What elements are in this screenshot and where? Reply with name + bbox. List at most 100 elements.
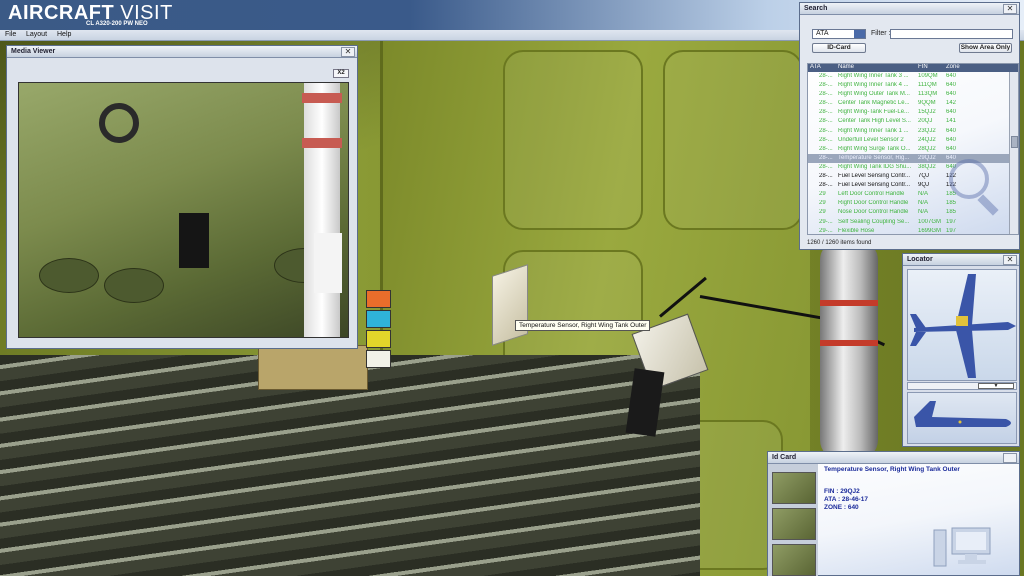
cell-fin: 9QJ bbox=[918, 182, 930, 189]
list-item[interactable]: 28-... Right Wing-Tank Fuel-Le... 15QJ2 640 bbox=[808, 108, 1018, 117]
cell-fin: 15QJ2 bbox=[918, 109, 936, 116]
media-viewer-title: Media Viewer bbox=[11, 48, 56, 55]
cell-fin: 1007GM bbox=[918, 218, 942, 225]
aircraft-model: CL A320-200 PW NEO bbox=[86, 21, 148, 27]
cell-zone: 197 bbox=[946, 218, 957, 225]
cell-fin: N/A bbox=[918, 209, 929, 216]
list-item[interactable]: 28-... Temperature Sensor, Rig... 29QJ2 640 bbox=[808, 153, 1018, 163]
thumbnail-3[interactable] bbox=[772, 544, 816, 576]
chevron-down-icon[interactable]: ▼ bbox=[978, 383, 1014, 389]
id-card-window: Id Card Temperature Sensor, Right Wing T… bbox=[767, 451, 1020, 576]
show-area-only-button[interactable]: Show Area Only bbox=[959, 43, 1012, 53]
menu-help[interactable]: Help bbox=[57, 31, 71, 38]
list-item[interactable]: 28-... Right Wing Inner Tank 1 ... 23QJ2 64… bbox=[808, 127, 1018, 136]
cell-ata: 28-... bbox=[819, 173, 833, 180]
cell-fin: 23QJ2 bbox=[918, 127, 936, 134]
cell-zone: 185 bbox=[946, 209, 957, 216]
cell-fin: 9QQM bbox=[918, 100, 936, 107]
component-name: Temperature Sensor, Right Wing Tank Oute… bbox=[824, 466, 960, 473]
cell-name: Flexible Hose bbox=[838, 227, 875, 234]
cell-name: Temperature Sensor, Rig... bbox=[838, 154, 910, 161]
results-count: 1260 / 1260 items found bbox=[807, 240, 872, 246]
locator-window: Locator ✕ ▼ bbox=[902, 253, 1020, 447]
results-list[interactable]: ATA Name FIN Zone 28-... Right Wing Inner… bbox=[807, 63, 1019, 235]
cell-fin: 7QJ bbox=[918, 173, 930, 180]
panel-recess bbox=[503, 50, 643, 230]
scroll-thumb[interactable] bbox=[1011, 136, 1018, 148]
id-card-header[interactable]: Id Card bbox=[768, 452, 1019, 464]
cell-fin: 29QJ2 bbox=[918, 154, 936, 161]
close-icon[interactable]: ✕ bbox=[1003, 255, 1017, 265]
close-icon[interactable] bbox=[1003, 453, 1017, 463]
close-icon[interactable]: ✕ bbox=[341, 47, 355, 57]
cell-name: Fuel Level Sensing Contr... bbox=[838, 182, 911, 189]
media-viewer-window: Media Viewer ✕ X2 bbox=[6, 45, 358, 349]
cell-fin: 1699GM bbox=[918, 227, 942, 234]
list-header: ATA Name FIN Zone bbox=[808, 64, 1018, 72]
cell-name: Self Sealing Coupling Se... bbox=[838, 218, 910, 225]
cell-ata: 28-... bbox=[819, 127, 833, 134]
cell-fin: N/A bbox=[918, 191, 929, 198]
filter-input[interactable] bbox=[890, 29, 1013, 39]
component-tooltip: Temperature Sensor, Right Wing Tank Oute… bbox=[515, 320, 651, 331]
cell-ata: 28-... bbox=[819, 154, 833, 161]
results-rows: 28-... Right Wing Inner Tank 3 ... 109QM 64… bbox=[808, 72, 1018, 234]
search-icon bbox=[949, 159, 989, 199]
cell-ata: 29-... bbox=[819, 218, 833, 225]
cell-name: Right Wing Outer Tank M... bbox=[838, 91, 910, 98]
locator-top-view[interactable] bbox=[907, 269, 1017, 381]
list-scrollbar[interactable] bbox=[1009, 72, 1018, 234]
locator-slider[interactable]: ▼ bbox=[907, 382, 1017, 390]
component-fin: FIN : 29QJ2 bbox=[824, 488, 860, 495]
list-item[interactable]: 28-... Right Wing Surge Tank O... 28QJ2 640 bbox=[808, 145, 1018, 154]
list-item[interactable]: 29-... Flexible Hose 1699GM 197 bbox=[808, 227, 1018, 234]
cell-zone: 185 bbox=[946, 200, 957, 207]
media-viewer-header[interactable]: Media Viewer ✕ bbox=[7, 46, 357, 58]
thumbnail-2[interactable] bbox=[772, 508, 816, 540]
chevron-down-icon bbox=[854, 30, 865, 38]
cell-ata: 28-... bbox=[819, 82, 833, 89]
list-item[interactable]: 29-... Self Sealing Coupling Se... 1007GM 1… bbox=[808, 218, 1018, 227]
menu-layout[interactable]: Layout bbox=[26, 31, 47, 38]
column-header-ata[interactable]: ATA bbox=[810, 64, 821, 70]
search-header[interactable]: Search ✕ bbox=[800, 3, 1019, 15]
cell-ata: 28-... bbox=[819, 163, 833, 170]
column-header-fin[interactable]: FIN bbox=[918, 64, 928, 70]
zoom-x2-button[interactable]: X2 bbox=[333, 69, 349, 78]
list-item[interactable]: 28-... Underfull Level Sensor 2 24QJ2 640 bbox=[808, 136, 1018, 145]
equipment-box-model[interactable] bbox=[258, 345, 368, 390]
cell-name: Right Wing-Tank Fuel-Le... bbox=[838, 109, 910, 116]
column-header-name[interactable]: Name bbox=[838, 64, 854, 70]
cell-fin: N/A bbox=[918, 200, 929, 207]
cell-ata: 28-... bbox=[819, 109, 833, 116]
cell-ata: 28-... bbox=[819, 100, 833, 107]
list-item[interactable]: 28-... Right Wing Inner Tank 4 ... 111QM 64… bbox=[808, 81, 1018, 90]
list-item[interactable]: 28-... Center Tank Magnetic Le... 9QQM 142 bbox=[808, 99, 1018, 108]
list-item[interactable]: 28-... Right Wing Inner Tank 3 ... 109QM 64… bbox=[808, 72, 1018, 81]
cell-fin: 113QM bbox=[918, 91, 938, 98]
fuel-pipe bbox=[820, 240, 878, 460]
locator-header[interactable]: Locator ✕ bbox=[903, 254, 1019, 266]
menu-file[interactable]: File bbox=[5, 31, 16, 38]
list-item[interactable]: 28-... Center Tank High Level S... 20QJ 141 bbox=[808, 117, 1018, 126]
cell-name: Underfull Level Sensor 2 bbox=[838, 136, 904, 143]
component-ata: ATA : 28-46-17 bbox=[824, 496, 868, 503]
component-photo[interactable] bbox=[18, 82, 349, 338]
cell-zone: 142 bbox=[946, 100, 957, 107]
search-title: Search bbox=[804, 5, 828, 12]
cell-zone: 640 bbox=[946, 82, 957, 89]
category-select[interactable]: ATA bbox=[812, 29, 866, 39]
cell-name: Right Wing Tank IDG Shu... bbox=[838, 163, 912, 170]
filter-label: Filter : bbox=[871, 30, 891, 37]
close-icon[interactable]: ✕ bbox=[1003, 4, 1017, 14]
locator-title: Locator bbox=[907, 256, 933, 263]
cell-name: Right Wing Inner Tank 3 ... bbox=[838, 73, 909, 79]
thumbnail-1[interactable] bbox=[772, 472, 816, 504]
aircraft-side-view-icon bbox=[914, 401, 1011, 427]
cell-zone: 141 bbox=[946, 118, 957, 125]
list-item[interactable]: 28-... Right Wing Outer Tank M... 113QM 640 bbox=[808, 90, 1018, 99]
id-card-button[interactable]: ID-Card bbox=[812, 43, 866, 53]
column-header-zone[interactable]: Zone bbox=[946, 64, 960, 70]
bracket-model[interactable] bbox=[492, 264, 528, 346]
locator-side-view[interactable] bbox=[907, 392, 1017, 444]
